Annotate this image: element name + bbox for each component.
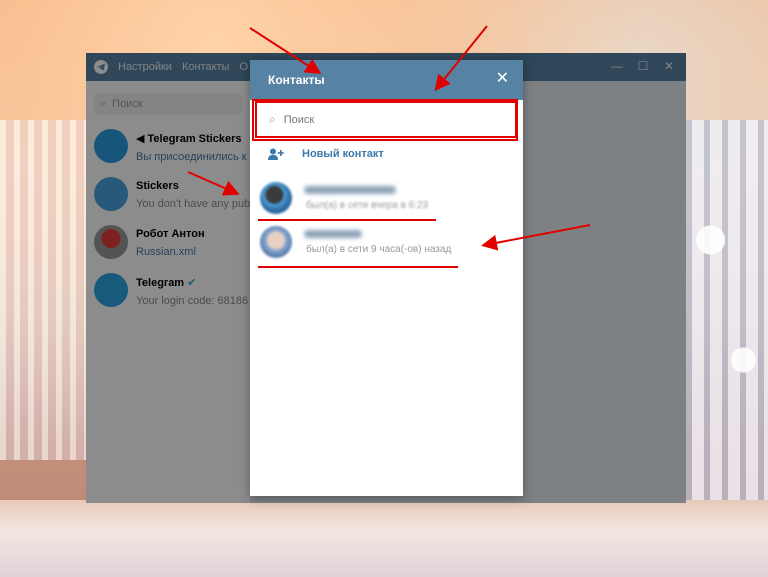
add-user-icon: [268, 148, 284, 160]
close-icon[interactable]: ✕: [496, 70, 509, 88]
contact-status: был(а) в сети вчера в 6:23: [306, 200, 429, 211]
annotation-underline: [258, 219, 436, 221]
frosted-railing-left: [0, 120, 90, 460]
contact-name-blurred: [304, 186, 396, 194]
contacts-search-field[interactable]: ⌕: [255, 101, 517, 138]
search-icon: ⌕: [269, 112, 276, 126]
avatar: [260, 182, 292, 214]
contact-status: был(а) в сети 9 часа(-ов) назад: [306, 244, 452, 255]
snow-ground: [0, 500, 768, 577]
avatar: [260, 226, 292, 258]
new-contact-label: Новый контакт: [302, 148, 384, 160]
new-contact-button[interactable]: Новый контакт: [268, 148, 384, 160]
contacts-dialog: Контакты ✕ ⌕ Новый контакт был(а) в сети…: [250, 60, 523, 496]
contacts-search-input[interactable]: [281, 112, 486, 127]
dialog-header: Контакты ✕: [250, 60, 523, 100]
contact-item[interactable]: был(а) в сети 9 часа(-ов) назад: [250, 222, 523, 262]
dialog-title: Контакты: [268, 73, 325, 87]
contact-item[interactable]: был(а) в сети вчера в 6:23: [250, 178, 523, 218]
frosted-railing-right: [686, 120, 768, 520]
contact-name-blurred: [304, 230, 362, 238]
annotation-underline: [258, 266, 458, 268]
